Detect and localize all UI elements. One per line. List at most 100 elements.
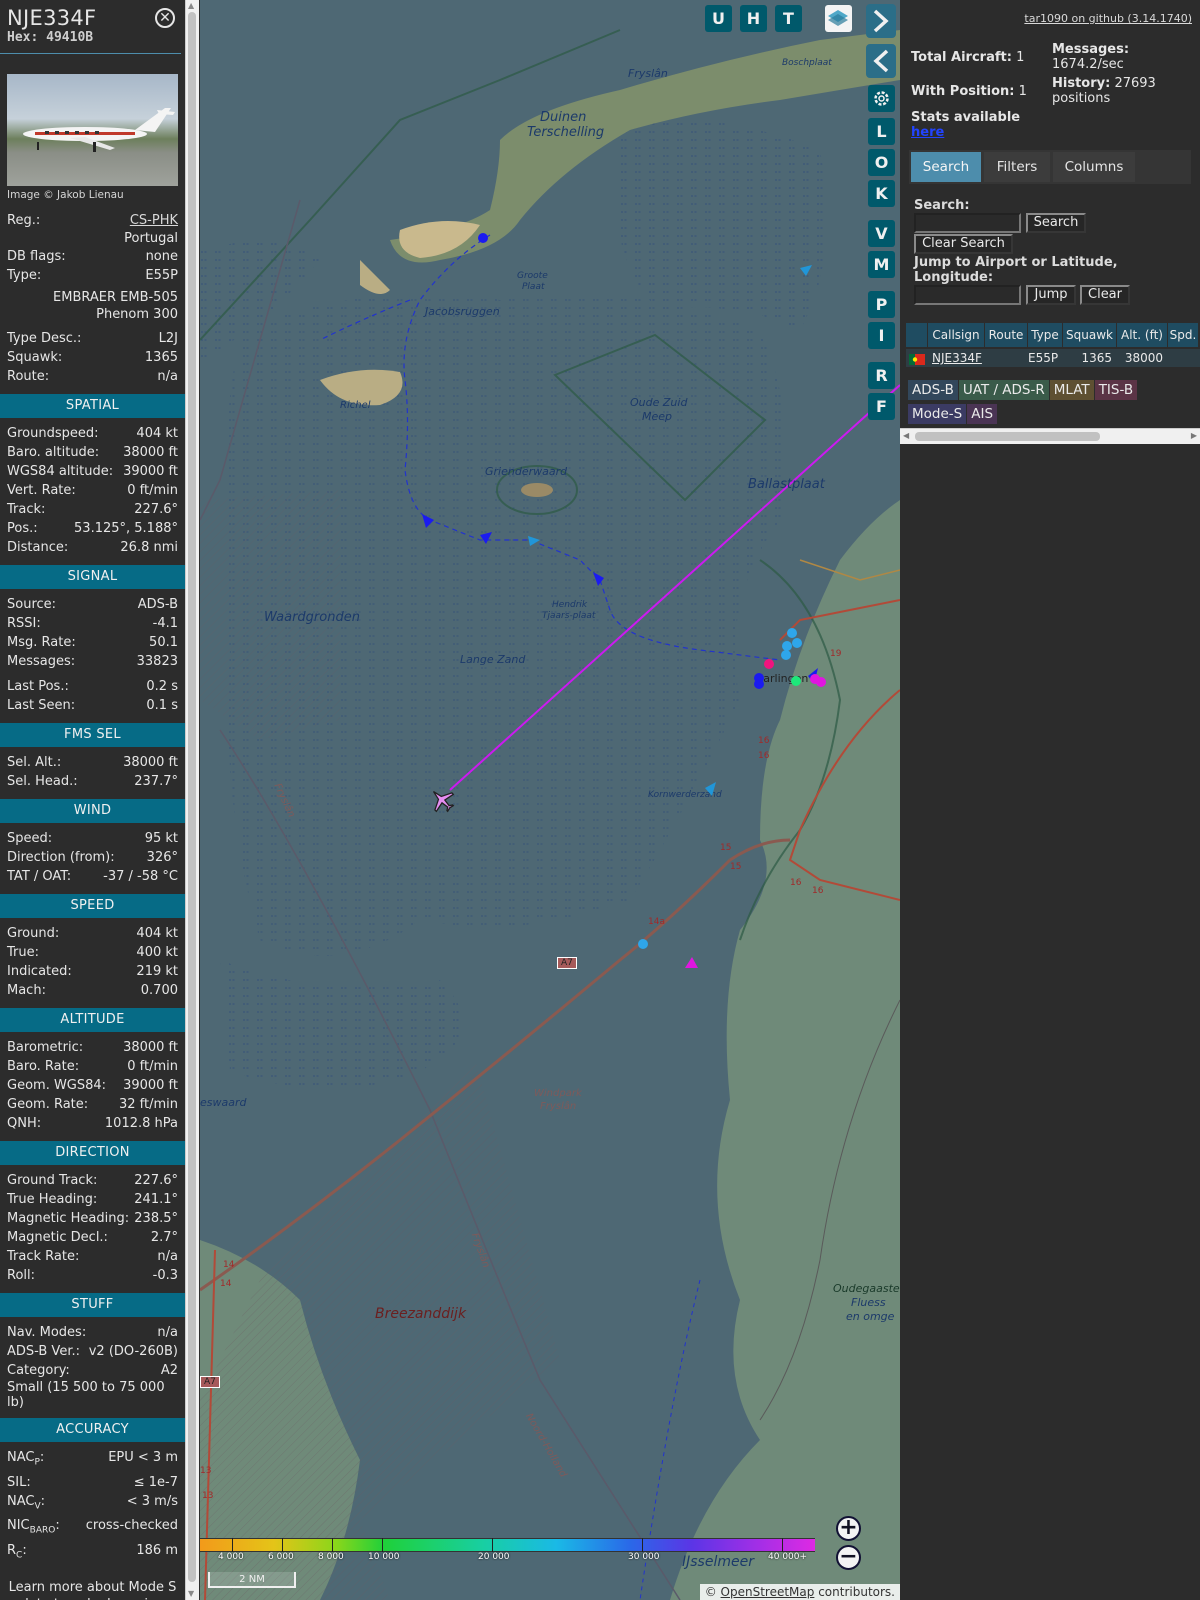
zoom-in-button[interactable]: + <box>836 1516 861 1541</box>
legend-tisb[interactable]: TIS-B <box>1094 380 1138 400</box>
vessel-marker[interactable] <box>791 676 801 686</box>
vessel-marker[interactable] <box>705 782 716 796</box>
scroll-left-icon[interactable]: ◀ <box>903 431 909 440</box>
vessel-marker[interactable] <box>422 514 434 528</box>
search-input[interactable] <box>914 213 1021 233</box>
info-row-label: Track Rate: <box>7 1249 80 1264</box>
vessel-marker[interactable] <box>781 650 791 660</box>
row-callsign[interactable]: NJE334F <box>928 349 984 367</box>
col-squawk[interactable]: Squawk <box>1063 323 1116 347</box>
map-view[interactable]: Fryslân Duinen Terschelling Jacobsruggen… <box>200 0 900 1600</box>
info-row: Msg. Rate: 50.1 <box>0 633 185 652</box>
map-button-l[interactable]: L <box>868 118 895 145</box>
clear-search-button[interactable]: Clear Search <box>914 234 1013 254</box>
jump-input[interactable] <box>914 285 1021 305</box>
section-signal[interactable]: SIGNAL <box>0 565 185 589</box>
scroll-up-icon[interactable]: ▲ <box>188 1 194 11</box>
vessel-marker[interactable] <box>480 532 492 544</box>
map-button-v[interactable]: V <box>868 220 895 247</box>
col-route[interactable]: Route <box>985 323 1027 347</box>
col-callsign[interactable]: Callsign <box>928 323 984 347</box>
col-type[interactable]: Type <box>1028 323 1062 347</box>
info-row: Track Rate: n/a <box>0 1247 185 1266</box>
jump-button[interactable]: Jump <box>1026 285 1076 305</box>
color-bar-label: 4 000 <box>218 1552 244 1562</box>
vessel-marker[interactable] <box>478 233 488 243</box>
chevron-left-icon[interactable] <box>866 44 896 78</box>
col-speed[interactable]: Spd. <box>1168 323 1198 347</box>
history-unit: positions <box>1052 91 1111 106</box>
search-button[interactable]: Search <box>1026 213 1086 233</box>
legend-mlat[interactable]: MLAT <box>1049 380 1094 400</box>
table-scroll-thumb[interactable] <box>915 432 1100 441</box>
info-row-label: Vert. Rate: <box>7 483 76 498</box>
vessel-marker[interactable] <box>764 659 774 669</box>
version-link[interactable]: tar1090 on github (3.14.1740) <box>1024 12 1192 25</box>
zoom-out-button[interactable]: − <box>836 1545 861 1570</box>
col-flag[interactable] <box>906 323 927 347</box>
section-spatial[interactable]: SPATIAL <box>0 394 185 418</box>
info-row: Category: A2 <box>0 1361 185 1380</box>
table-scrollbar[interactable]: ◀ ▶ <box>900 428 1200 444</box>
map-button-h[interactable]: H <box>740 5 767 32</box>
tab-columns[interactable]: Columns <box>1053 152 1135 182</box>
map-button-r[interactable]: R <box>868 362 895 389</box>
clear-button[interactable]: Clear <box>1080 285 1130 305</box>
vessel-marker[interactable] <box>782 641 792 651</box>
section-stuff[interactable]: STUFF <box>0 1293 185 1317</box>
info-row: Ground: 404 kt <box>0 924 185 943</box>
legend-modes[interactable]: Mode-S <box>908 404 967 424</box>
section-altitude[interactable]: ALTITUDE <box>0 1008 185 1032</box>
vessel-marker[interactable] <box>800 265 812 276</box>
legend-adsb[interactable]: ADS-B <box>908 380 958 400</box>
info-row: RSSI: -4.1 <box>0 614 185 633</box>
legend-uat[interactable]: UAT / ADS-R <box>958 380 1049 400</box>
vessel-marker[interactable] <box>528 536 540 546</box>
table-row[interactable]: NJE334F E55P 1365 38000 <box>906 349 1200 367</box>
scroll-down-icon[interactable]: ▼ <box>188 1589 194 1599</box>
layers-icon[interactable] <box>825 5 852 32</box>
section-wind[interactable]: WIND <box>0 799 185 823</box>
aircraft-table: Callsign Route Type Squawk Alt. (ft) Spd… <box>906 323 1200 367</box>
scroll-right-icon[interactable]: ▶ <box>1191 431 1197 440</box>
stats-link[interactable]: here <box>911 125 944 140</box>
section-direction[interactable]: DIRECTION <box>0 1141 185 1165</box>
section-accuracy[interactable]: ACCURACY <box>0 1418 185 1442</box>
tab-filters[interactable]: Filters <box>984 152 1050 182</box>
osm-link[interactable]: OpenStreetMap <box>721 1585 815 1599</box>
legend-ais[interactable]: AIS <box>967 404 998 424</box>
map-button-k[interactable]: K <box>868 180 895 207</box>
jump-label: Jump to Airport or Latitude, Longitude: <box>914 255 1118 285</box>
vessel-marker[interactable] <box>685 957 698 968</box>
vessel-marker[interactable] <box>792 638 802 648</box>
map-button-t[interactable]: T <box>775 5 802 32</box>
vessel-marker[interactable] <box>593 572 604 586</box>
section-speed[interactable]: SPEED <box>0 894 185 918</box>
color-bar-label: 8 000 <box>318 1552 344 1562</box>
vessel-marker[interactable] <box>638 939 648 949</box>
selected-aircraft-icon[interactable] <box>425 783 459 817</box>
nic-row: NICBARO: cross-checked <box>7 1518 178 1536</box>
info-row-value: 38000 ft <box>123 445 178 460</box>
map-button-u[interactable]: U <box>705 5 732 32</box>
tab-search[interactable]: Search <box>911 152 981 182</box>
gear-icon[interactable] <box>868 85 895 112</box>
map-button-o[interactable]: O <box>868 149 895 176</box>
info-panel-scrollbar[interactable]: ▲ ▼ <box>185 0 199 1600</box>
vessel-marker[interactable] <box>787 628 797 638</box>
close-icon[interactable]: ✕ <box>155 8 175 28</box>
info-row: TAT / OAT: -37 / -58 °C <box>0 867 185 886</box>
map-button-m[interactable]: M <box>868 251 895 278</box>
map-button-i[interactable]: I <box>868 322 895 349</box>
chevron-right-icon[interactable] <box>866 4 896 38</box>
scroll-thumb[interactable] <box>188 12 196 1582</box>
aircraft-photo[interactable] <box>7 74 178 186</box>
vessel-marker[interactable] <box>816 677 826 687</box>
vessel-marker[interactable] <box>754 679 764 689</box>
info-row-label: Last Pos.: <box>7 679 69 694</box>
map-button-f[interactable]: F <box>868 393 895 420</box>
section-fms[interactable]: FMS SEL <box>0 723 185 747</box>
registration-link[interactable]: CS-PHK <box>130 211 178 230</box>
map-button-p[interactable]: P <box>868 291 895 318</box>
col-altitude[interactable]: Alt. (ft) <box>1117 323 1167 347</box>
